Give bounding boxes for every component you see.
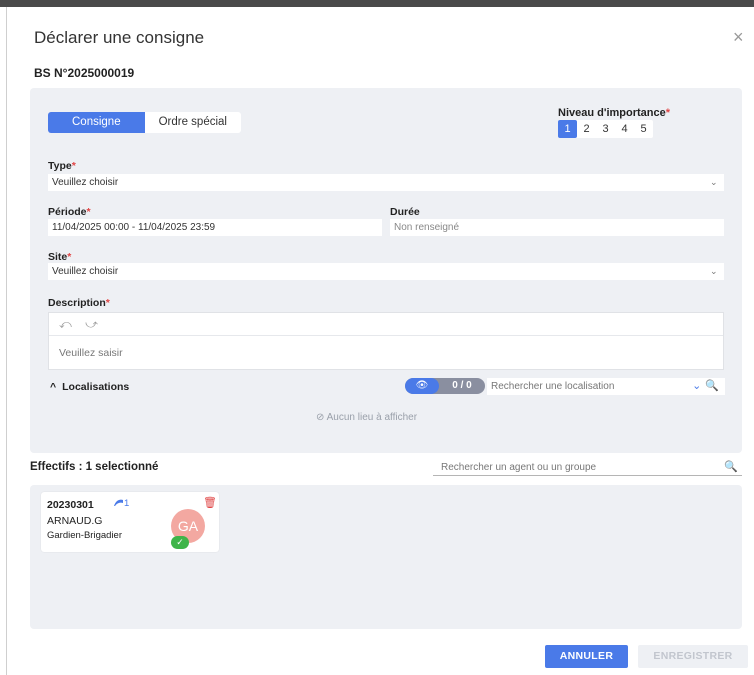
site-select[interactable]: Veuillez choisir [48,263,724,280]
type-segmented-control: Consigne Ordre spécial [48,112,241,133]
effectifs-title: Effectifs : 1 selectionné [30,461,159,473]
agent-badge: 1 [113,498,129,509]
site-label: Site* [48,251,72,263]
importance-level-3[interactable]: 3 [596,120,615,138]
chevron-up-icon: ^ [50,381,57,393]
localisation-search-input[interactable]: Rechercher une localisation ⌄ 🔍 [487,378,725,395]
description-label: Description* [48,297,110,309]
importance-selector: 1 2 3 4 5 [558,120,653,138]
localisations-toggle[interactable]: ^ Localisations [50,381,129,393]
visibility-toggle[interactable]: 👁 0 / 0 [405,378,485,394]
importance-label: Niveau d'importance* [558,107,671,119]
chevron-down-icon: ⌄ [710,266,718,276]
check-icon: ✓ [171,536,189,549]
search-icon[interactable]: 🔍 [724,459,738,476]
editor-toolbar: ⤺ ⤻ [49,313,723,336]
window-top-bar [0,0,754,7]
chevron-down-icon: ⌄ [692,380,702,392]
importance-level-1[interactable]: 1 [558,120,577,138]
agent-grade: Gardien-Brigadier [47,530,122,541]
close-icon[interactable]: × [733,27,744,48]
agent-search-input[interactable]: Rechercher un agent ou un groupe 🔍 [433,459,742,476]
description-editor[interactable]: ⤺ ⤻ Veuillez saisir [48,312,724,370]
localisations-count: 0 / 0 [452,380,472,391]
bs-number: BS N°2025000019 [34,66,135,80]
cancel-button[interactable]: ANNULER [545,645,628,668]
redo-icon[interactable]: ⤻ [85,317,98,331]
duree-label: Durée [390,206,420,218]
segment-ordre-special[interactable]: Ordre spécial [144,112,241,133]
trash-icon[interactable]: 🗑 [203,496,217,509]
description-placeholder: Veuillez saisir [59,347,123,359]
periode-label: Période* [48,206,91,218]
importance-level-5[interactable]: 5 [634,120,653,138]
chevron-down-icon: ⌄ [710,177,718,187]
importance-level-4[interactable]: 4 [615,120,634,138]
search-icon[interactable]: ⌄ 🔍 [692,378,719,395]
duree-input[interactable]: Non renseigné [390,219,724,236]
importance-level-2[interactable]: 2 [577,120,596,138]
agent-name: ARNAUD.G [47,515,103,527]
dialog-title: Déclarer une consigne [34,28,205,47]
save-button[interactable]: ENREGISTRER [638,645,748,668]
eye-icon: 👁 [405,378,439,394]
type-select[interactable]: Veuillez choisir [48,174,724,191]
empty-localisations: ⊘ Aucun lieu à afficher [316,412,418,423]
window-left-border [6,7,7,675]
flag-icon [114,499,123,506]
ban-icon: ⊘ [316,412,325,423]
periode-input[interactable]: 11/04/2025 00:00 - 11/04/2025 23:59 [48,219,382,236]
type-label: Type* [48,160,76,172]
segment-consigne[interactable]: Consigne [48,112,145,133]
undo-icon[interactable]: ⤺ [59,317,72,331]
agent-card[interactable]: 20230301 1 ARNAUD.G Gardien-Brigadier 🗑 … [41,492,219,552]
agent-matricule: 20230301 [47,499,94,511]
